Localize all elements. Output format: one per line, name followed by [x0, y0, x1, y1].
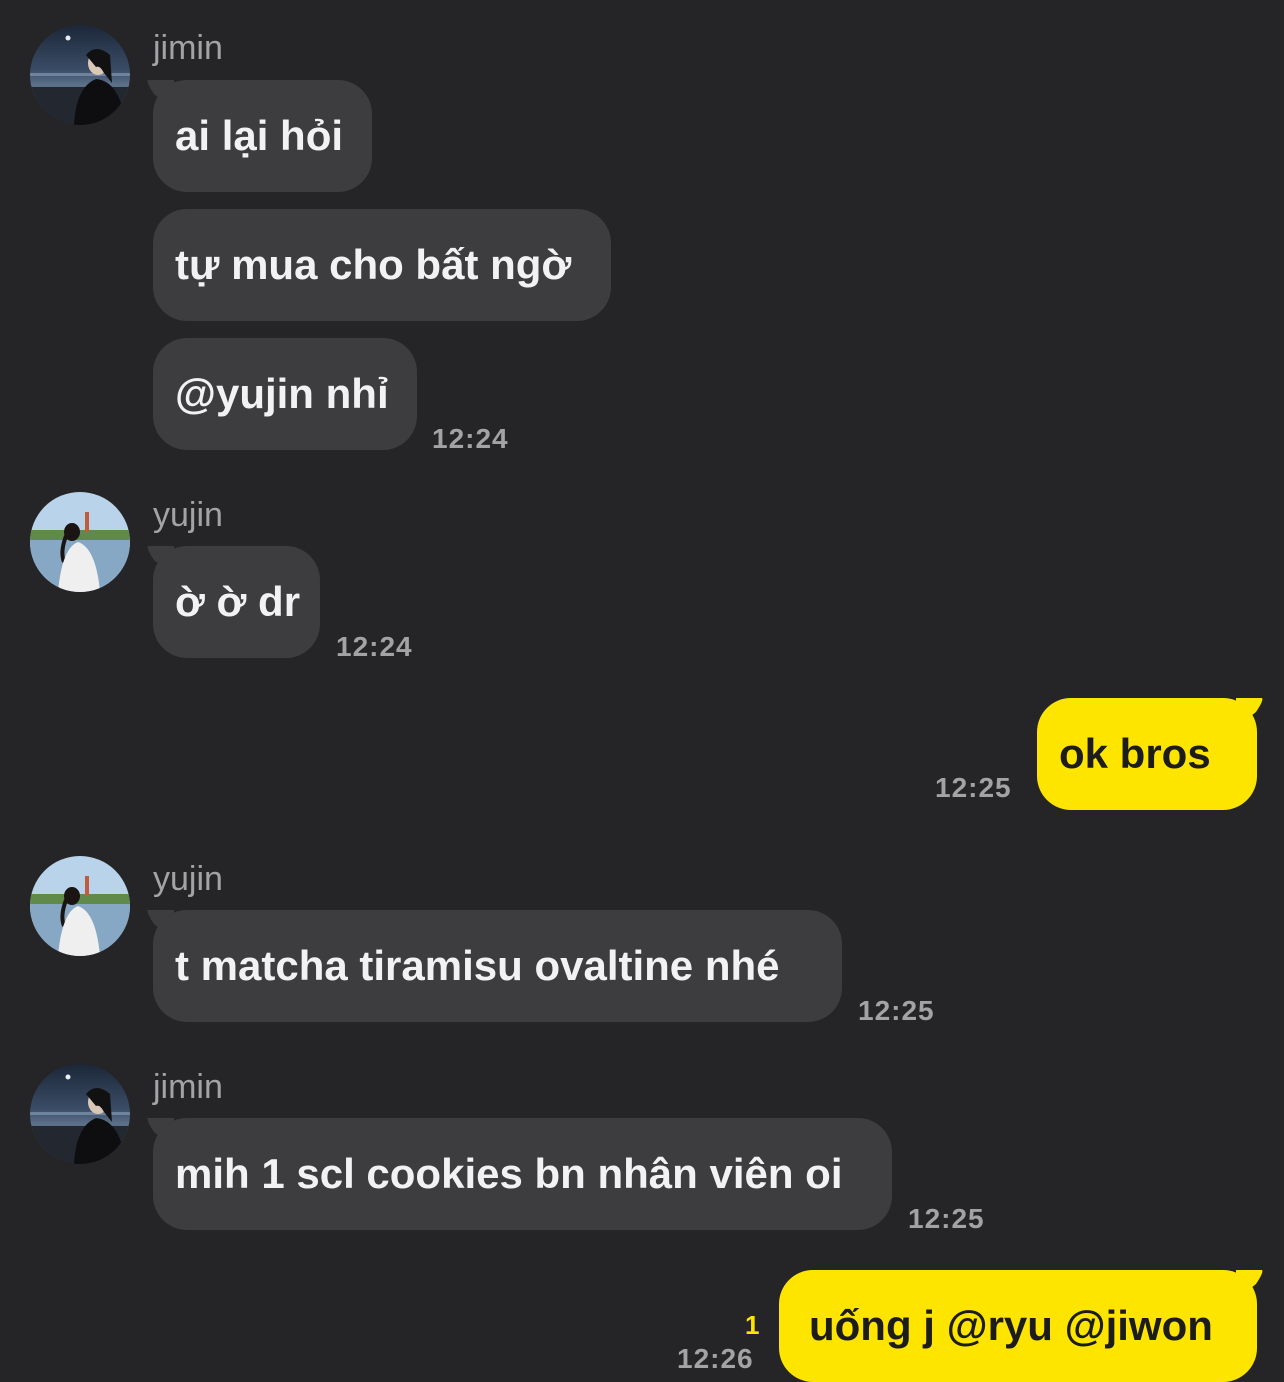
- message-bubble[interactable]: ai lại hỏi: [153, 80, 372, 192]
- message-timestamp: 12:24: [432, 423, 509, 454]
- unread-count: 1: [745, 1310, 760, 1340]
- message-timestamp: 12:26: [677, 1343, 754, 1374]
- sender-name: yujin: [153, 496, 223, 534]
- message-bubble[interactable]: mih 1 scl cookies bn nhân viên oi: [153, 1118, 892, 1230]
- message-timestamp: 12:25: [858, 995, 935, 1026]
- sender-name: jimin: [153, 1068, 223, 1106]
- yujin-avatar[interactable]: [30, 856, 130, 956]
- sender-name: yujin: [153, 860, 223, 898]
- message-bubble[interactable]: tự mua cho bất ngờ: [153, 209, 611, 321]
- yujin-avatar[interactable]: [30, 492, 130, 592]
- jimin-avatar[interactable]: [30, 25, 130, 125]
- message-bubble[interactable]: ờ ờ dr: [153, 546, 320, 658]
- message-bubble[interactable]: ok bros: [1037, 698, 1257, 810]
- message-bubble[interactable]: uống j @ryu @jiwon: [779, 1270, 1257, 1382]
- message-bubble[interactable]: t matcha tiramisu ovaltine nhé: [153, 910, 842, 1022]
- message-timestamp: 12:25: [908, 1203, 985, 1234]
- message-bubble[interactable]: @yujin nhỉ: [153, 338, 417, 450]
- message-timestamp: 12:24: [336, 631, 413, 662]
- jimin-avatar[interactable]: [30, 1064, 130, 1164]
- message-timestamp: 12:25: [935, 772, 1012, 803]
- sender-name: jimin: [153, 29, 223, 67]
